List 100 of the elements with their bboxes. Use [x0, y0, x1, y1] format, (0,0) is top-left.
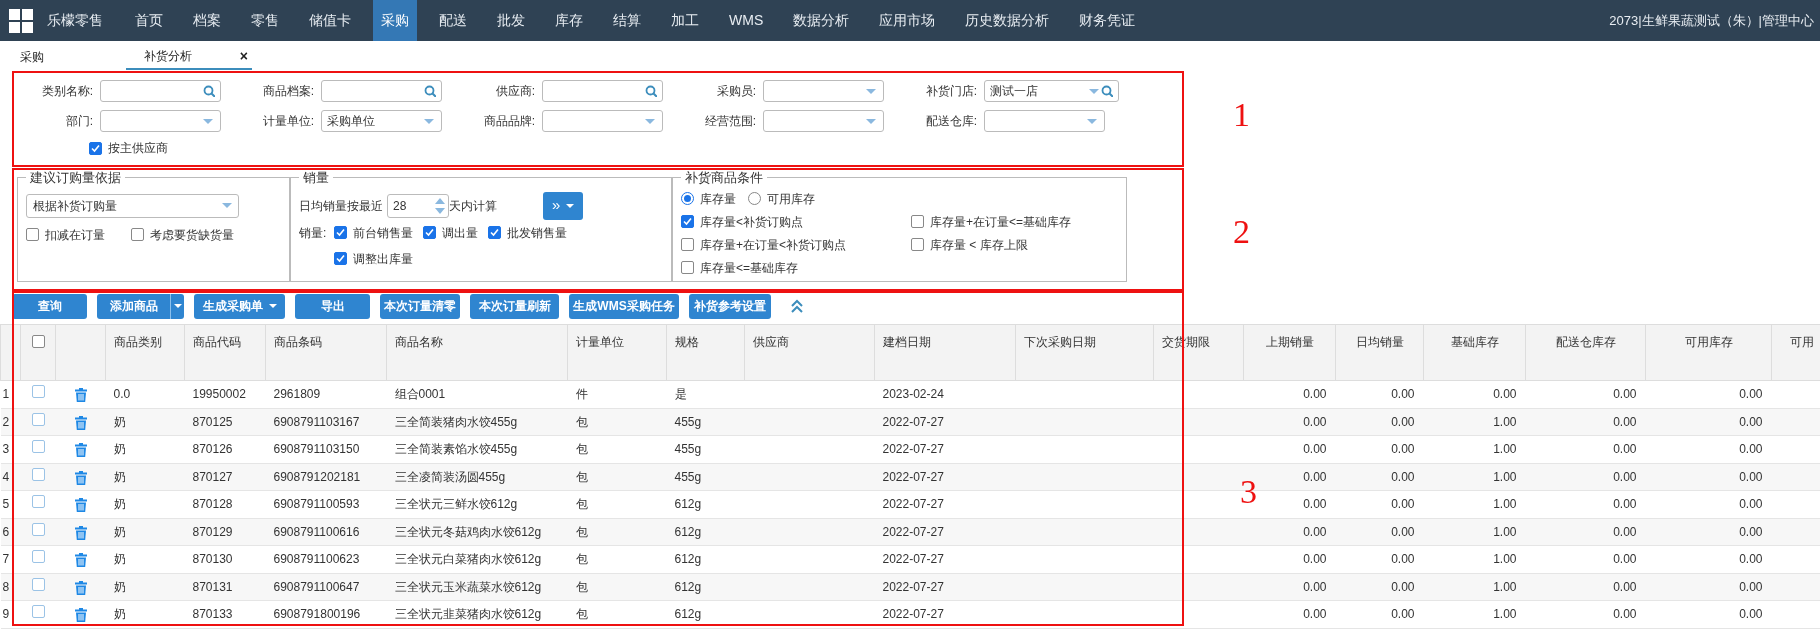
table-cell: 0.00: [1739, 579, 1763, 594]
dropdown-button[interactable]: [170, 293, 184, 319]
table-cell: 包: [575, 442, 588, 457]
column-header[interactable]: 可用库存: [1684, 335, 1733, 349]
checkbox[interactable]: [681, 215, 694, 228]
annotation-number: 2: [1233, 215, 1250, 249]
nav-item[interactable]: 历史数据分析: [957, 0, 1058, 41]
column-header[interactable]: 可用: [1789, 335, 1814, 349]
select-field[interactable]: [100, 110, 221, 132]
checkbox[interactable]: [334, 226, 348, 239]
checkbox[interactable]: [131, 228, 144, 241]
user-info[interactable]: 2073|生鲜果蔬测试（朱）|管理中心: [1609, 10, 1814, 31]
checkbox[interactable]: [334, 252, 348, 265]
column-header[interactable]: 日均销量: [1355, 335, 1404, 349]
nav-item[interactable]: 批发: [489, 0, 533, 41]
tab[interactable]: 补货分析 ×: [126, 44, 252, 70]
column-header[interactable]: 商品条码: [274, 335, 322, 349]
column-header[interactable]: 规格: [675, 335, 699, 349]
checkbox[interactable]: [31, 577, 45, 591]
table-cell: 0.00: [1739, 469, 1763, 484]
checkbox[interactable]: [31, 385, 45, 399]
close-button[interactable]: ×: [239, 45, 248, 67]
column-header[interactable]: 计量单位: [576, 335, 624, 349]
table-cell: 0.00: [1739, 387, 1763, 402]
nav-item[interactable]: 数据分析: [785, 0, 858, 41]
checkbox[interactable]: [488, 226, 502, 239]
trash-icon: [74, 525, 87, 540]
checkbox[interactable]: [89, 141, 102, 155]
nav-item[interactable]: 档案: [185, 0, 229, 41]
nav-item[interactable]: 储值卡: [301, 0, 359, 41]
select-field[interactable]: [763, 110, 884, 132]
table-cell: 6908791100623: [273, 552, 360, 567]
nav-item[interactable]: 结算: [605, 0, 649, 41]
nav-item[interactable]: 采购: [373, 0, 417, 41]
column-header[interactable]: 建档日期: [883, 335, 931, 349]
table-cell: 0.00: [1391, 552, 1415, 567]
column-header[interactable]: 商品代码: [193, 335, 241, 349]
checkbox[interactable]: [31, 605, 45, 619]
caret-icon: [424, 118, 434, 124]
checkbox[interactable]: [31, 412, 45, 426]
table-cell: 是: [674, 387, 687, 402]
toolbar-button[interactable]: 补货参考设置: [689, 293, 771, 319]
column-header[interactable]: 供应商: [753, 335, 789, 349]
nav-item[interactable]: 应用市场: [871, 0, 944, 41]
table-cell: 0.00: [1303, 497, 1327, 512]
table-cell: 2022-07-27: [882, 497, 944, 512]
checkbox[interactable]: [26, 228, 39, 241]
toolbar-button[interactable]: 生成采购单: [194, 293, 285, 319]
column-header[interactable]: 商品类别: [114, 335, 162, 349]
nav-item[interactable]: 财务凭证: [1071, 0, 1144, 41]
toolbar-button[interactable]: 查询: [12, 293, 87, 319]
tab[interactable]: 采购: [8, 44, 126, 70]
checkbox[interactable]: [31, 495, 45, 509]
column-header[interactable]: 商品名称: [395, 335, 443, 349]
nav-item[interactable]: 零售: [243, 0, 287, 41]
checkbox[interactable]: [681, 261, 694, 274]
checkbox[interactable]: [31, 467, 45, 481]
checkbox-label: 库存量<=基础库存: [700, 259, 798, 277]
toolbar-button[interactable]: 本次订量刷新: [470, 293, 559, 319]
nav-item[interactable]: 加工: [663, 0, 707, 41]
search-field[interactable]: [100, 80, 221, 102]
table-cell: 0.00: [1613, 552, 1637, 567]
nav-item[interactable]: 库存: [547, 0, 591, 41]
table-cell: 0.00: [1303, 442, 1327, 457]
select-field[interactable]: [984, 110, 1105, 132]
nav-item[interactable]: WMS: [721, 0, 772, 41]
column-header[interactable]: 配送仓库存: [1555, 335, 1616, 349]
checkbox[interactable]: [31, 335, 45, 348]
table-cell: 1.00: [1493, 414, 1517, 429]
checkbox[interactable]: [911, 238, 924, 251]
select-field[interactable]: [763, 80, 884, 102]
nav-item[interactable]: 首页: [127, 0, 171, 41]
column-header[interactable]: 下次采购日期: [1024, 335, 1096, 349]
field-label: 商品品牌:: [482, 113, 536, 130]
select-field[interactable]: 根据补货订购量: [26, 193, 239, 218]
number-field[interactable]: 28: [387, 193, 449, 218]
checkbox[interactable]: [31, 440, 45, 454]
select-field[interactable]: 测试一店: [984, 80, 1119, 102]
column-header[interactable]: 基础库存: [1450, 335, 1499, 349]
search-icon: [203, 85, 215, 97]
checkbox[interactable]: [31, 522, 45, 536]
row-number: 1: [2, 387, 10, 402]
search-field[interactable]: [321, 80, 442, 102]
toolbar-button[interactable]: 本次订量清零: [380, 293, 460, 319]
checkbox[interactable]: [31, 550, 45, 564]
days-label: 日均销量按最近: [299, 197, 383, 215]
toolbar-button[interactable]: 生成WMS采购任务: [569, 293, 679, 319]
sales-label: 销量:: [299, 224, 327, 242]
checkbox[interactable]: [423, 226, 437, 239]
select-field[interactable]: 采购单位: [321, 110, 442, 132]
checkbox[interactable]: [911, 215, 924, 228]
toolbar-button[interactable]: 导出: [295, 293, 370, 319]
search-field[interactable]: [542, 80, 663, 102]
select-field[interactable]: [542, 110, 663, 132]
checkbox[interactable]: [681, 238, 694, 251]
more-button[interactable]: »: [543, 191, 584, 220]
column-header[interactable]: 上期销量: [1265, 335, 1314, 349]
toolbar-button[interactable]: 添加商品: [97, 293, 170, 319]
nav-item[interactable]: 配送: [431, 0, 475, 41]
caret-icon: [268, 304, 277, 308]
